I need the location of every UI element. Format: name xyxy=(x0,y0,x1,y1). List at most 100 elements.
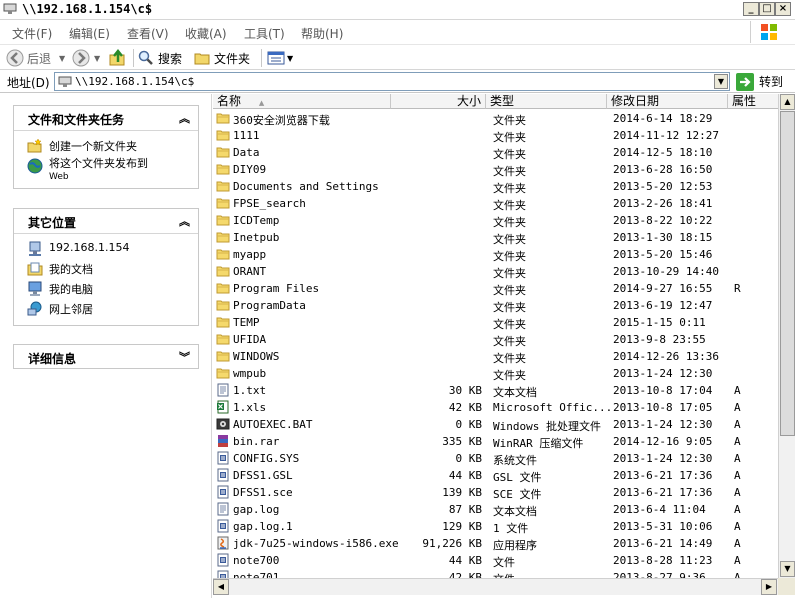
file-size: 30 KB xyxy=(448,384,482,397)
expand-chevron-icon[interactable]: ︾ xyxy=(179,349,190,365)
collapse-chevron-icon[interactable]: ︽ xyxy=(179,110,190,126)
place-my-documents-label: 我的文档 xyxy=(49,263,93,276)
place-network-places[interactable]: 网上邻居 xyxy=(27,301,93,317)
folder-icon xyxy=(216,283,230,294)
menu-favorites[interactable]: 收藏(A) xyxy=(185,25,227,42)
file-row[interactable]: UFIDA 文件夹 2013-9-8 23:55 xyxy=(213,331,778,348)
scroll-left-icon[interactable]: ◀ xyxy=(213,579,229,595)
exe-icon xyxy=(217,536,229,550)
place-my-computer[interactable]: 我的电脑 xyxy=(27,281,93,297)
forward-dropdown-icon[interactable]: ▼ xyxy=(94,54,100,63)
file-row[interactable]: bin.rar 335 KB WinRAR 压缩文件 2014-12-16 9:05 A xyxy=(213,433,778,450)
up-folder-button[interactable] xyxy=(109,49,127,67)
file-row[interactable]: Inetpub 文件夹 2013-1-30 18:15 xyxy=(213,229,778,246)
bat-icon xyxy=(216,418,230,430)
forward-button[interactable]: ▼ xyxy=(72,49,100,67)
details-header[interactable]: 详细信息 ︾ xyxy=(14,345,198,369)
file-row[interactable]: TEMP 文件夹 2015-1-15 0:11 xyxy=(213,314,778,331)
views-button[interactable]: ▼ xyxy=(267,49,293,67)
go-label: 转到 xyxy=(759,75,784,89)
file-name: ORANT xyxy=(233,265,267,278)
column-size[interactable]: 大小 xyxy=(391,94,486,109)
go-button[interactable]: 转到 xyxy=(736,72,783,91)
place-my-documents[interactable]: 我的文档 xyxy=(27,261,93,277)
file-row[interactable]: 360安全浏览器下载 文件夹 2014-6-14 18:29 xyxy=(213,110,778,127)
file-row[interactable]: DFSS1.GSL 44 KB GSL 文件 2013-6-21 17:36 A xyxy=(213,467,778,484)
file-row[interactable]: Documents and Settings 文件夹 2013-5-20 12:53 xyxy=(213,178,778,195)
file-name: 1.txt xyxy=(233,384,267,397)
vertical-scrollbar[interactable]: ▲ ▼ xyxy=(778,94,795,578)
file-tasks-header[interactable]: 文件和文件夹任务 ︽ xyxy=(14,106,198,131)
file-row[interactable]: DFSS1.sce 139 KB SCE 文件 2013-6-21 17:36 A xyxy=(213,484,778,501)
scroll-thumb[interactable] xyxy=(780,111,795,436)
file-row[interactable]: gap.log 87 KB 文本文档 2013-6-4 11:04 A xyxy=(213,501,778,518)
file-row[interactable]: myapp 文件夹 2013-5-20 15:46 xyxy=(213,246,778,263)
file-row[interactable]: ICDTemp 文件夹 2013-8-22 10:22 xyxy=(213,212,778,229)
maximize-button[interactable]: □ xyxy=(759,2,775,16)
folder-icon xyxy=(216,300,230,311)
scroll-right-icon[interactable]: ▶ xyxy=(761,579,777,595)
close-button[interactable]: × xyxy=(775,2,791,16)
back-dropdown-icon[interactable]: ▼ xyxy=(59,54,65,63)
file-row[interactable]: 1.txt 30 KB 文本文档 2013-10-8 17:04 A xyxy=(213,382,778,399)
file-type: 文件夹 xyxy=(493,233,526,246)
column-name[interactable]: 名称 ▲ xyxy=(213,94,391,109)
file-name: DIY09 xyxy=(233,163,267,176)
publish-web-task[interactable]: 将这个文件夹发布到 Web xyxy=(27,158,148,183)
file-name: FPSE_search xyxy=(233,197,306,210)
column-type[interactable]: 类型 xyxy=(486,94,607,109)
address-input[interactable]: \\192.168.1.154\c$ ▼ xyxy=(54,72,730,91)
folder-icon xyxy=(216,164,230,175)
folder-icon xyxy=(216,249,230,260)
menu-tools[interactable]: 工具(T) xyxy=(244,25,285,42)
file-name: 1111 xyxy=(233,129,260,142)
file-row[interactable]: Program Files 文件夹 2014-9-27 16:55 R xyxy=(213,280,778,297)
file-name: note701 xyxy=(233,571,280,578)
scroll-down-icon[interactable]: ▼ xyxy=(780,561,795,577)
search-button[interactable]: 搜索 xyxy=(138,49,182,67)
back-button[interactable]: 后退 ▼ xyxy=(6,49,65,67)
folder-icon xyxy=(216,181,230,192)
other-places-header[interactable]: 其它位置 ︽ xyxy=(14,209,198,234)
file-row[interactable]: FPSE_search 文件夹 2013-2-26 18:41 xyxy=(213,195,778,212)
menu-view[interactable]: 查看(V) xyxy=(127,25,169,42)
file-row[interactable]: jdk-7u25-windows-i586.exe 91,226 KB 应用程序 20… xyxy=(213,535,778,552)
column-attr[interactable]: 属性 xyxy=(728,94,778,109)
file-row[interactable]: CONFIG.SYS 0 KB 系统文件 2013-1-24 12:30 A xyxy=(213,450,778,467)
file-row[interactable]: note700 44 KB 文件 2013-8-28 11:23 A xyxy=(213,552,778,569)
file-name: note700 xyxy=(233,554,280,567)
file-row[interactable]: ORANT 文件夹 2013-10-29 14:40 xyxy=(213,263,778,280)
file-row[interactable]: wmpub 文件夹 2013-1-24 12:30 xyxy=(213,365,778,382)
file-row[interactable]: note701 42 KB 文件 2013-8-27 9:36 A xyxy=(213,569,778,578)
file-row[interactable]: 1111 文件夹 2014-11-12 12:27 xyxy=(213,127,778,144)
file-row[interactable]: DIY09 文件夹 2013-6-28 16:50 xyxy=(213,161,778,178)
file-date: 2014-9-27 16:55 xyxy=(613,282,713,295)
sys-icon xyxy=(217,468,229,482)
new-folder-task[interactable]: 创建一个新文件夹 xyxy=(27,138,137,154)
address-dropdown-icon[interactable]: ▼ xyxy=(714,74,728,89)
file-row[interactable]: 1.xls 42 KB Microsoft Offic... 2013-10-8 17… xyxy=(213,399,778,416)
place-network-places-label: 网上邻居 xyxy=(49,303,93,316)
place-network-computer[interactable]: 192.168.1.154 xyxy=(27,241,129,257)
collapse-chevron-icon[interactable]: ︽ xyxy=(179,213,190,229)
new-folder-icon xyxy=(27,138,42,153)
menu-file[interactable]: 文件(F) xyxy=(12,25,52,42)
menu-edit[interactable]: 编辑(E) xyxy=(69,25,110,42)
file-row[interactable]: WINDOWS 文件夹 2014-12-26 13:36 xyxy=(213,348,778,365)
column-date[interactable]: 修改日期 xyxy=(607,94,728,109)
new-folder-label: 创建一个新文件夹 xyxy=(49,140,137,153)
folders-button[interactable]: 文件夹 xyxy=(194,49,250,67)
sys-icon xyxy=(217,553,229,567)
file-date: 2013-5-20 15:46 xyxy=(613,248,713,261)
file-row[interactable]: AUTOEXEC.BAT 0 KB Windows 批处理文件 2013-1-24 1… xyxy=(213,416,778,433)
file-size: 87 KB xyxy=(448,503,482,516)
file-name: Data xyxy=(233,146,260,159)
file-row[interactable]: gap.log.1 129 KB 1 文件 2013-5-31 10:06 A xyxy=(213,518,778,535)
file-row[interactable]: Data 文件夹 2014-12-5 18:10 xyxy=(213,144,778,161)
menu-help[interactable]: 帮助(H) xyxy=(301,25,343,42)
horizontal-scrollbar[interactable]: ◀ ▶ xyxy=(213,578,778,595)
file-row[interactable]: ProgramData 文件夹 2013-6-19 12:47 xyxy=(213,297,778,314)
minimize-button[interactable]: _ xyxy=(743,2,759,16)
scroll-up-icon[interactable]: ▲ xyxy=(780,94,795,110)
file-size: 335 KB xyxy=(442,435,482,448)
